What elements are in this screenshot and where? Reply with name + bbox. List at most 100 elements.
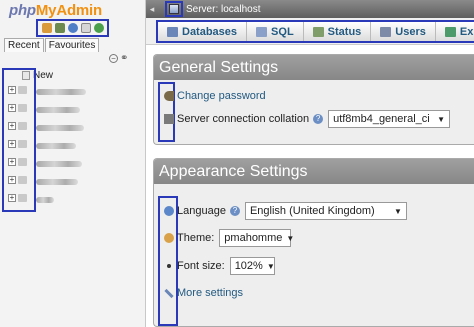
database-icon (18, 158, 27, 166)
link-icon[interactable]: ⚭ (120, 53, 128, 64)
database-icon (18, 176, 27, 184)
redacted-db-name[interactable] (36, 125, 84, 131)
change-password-link[interactable]: Change password (177, 90, 266, 102)
expand-icon[interactable]: + (8, 158, 16, 166)
tree-row[interactable]: + (8, 102, 27, 114)
language-label: Language (177, 205, 226, 217)
tree-row[interactable]: + (8, 138, 27, 150)
font-size-select[interactable]: 102% ▼ (229, 257, 275, 275)
redacted-db-name[interactable] (36, 143, 76, 149)
tab-label: Status (327, 25, 362, 38)
change-password-row[interactable]: Change password (164, 90, 266, 102)
general-settings-body: Change password Server connection collat… (154, 80, 474, 146)
tab-databases[interactable]: Databases (158, 22, 248, 41)
theme-row: Theme: pmahomme ▼ (164, 229, 295, 247)
home-icon[interactable] (42, 23, 52, 33)
expand-icon[interactable]: + (8, 86, 16, 94)
tab-label: SQL (271, 25, 294, 38)
docs-icon[interactable] (81, 23, 91, 33)
collation-select[interactable]: utf8mb4_general_ci ▼ (328, 110, 451, 128)
tree-row[interactable]: + (8, 174, 27, 186)
navigation-panel: phpMyAdmin Recent Favourites − ⚭ New + +… (0, 0, 146, 327)
bullet-icon (167, 264, 171, 268)
tree-row[interactable]: + (8, 192, 27, 204)
general-settings-panel: General Settings Change password Server … (153, 54, 474, 145)
database-icon (18, 194, 27, 202)
font-size-value: 102% (234, 260, 263, 272)
server-icon (169, 4, 179, 14)
theme-icon (164, 233, 174, 243)
language-value: English (United Kingdom) (249, 205, 375, 217)
redacted-db-name[interactable] (36, 197, 54, 203)
appearance-settings-title: Appearance Settings (154, 159, 474, 184)
chevron-down-icon: ▼ (286, 233, 295, 243)
tree-row[interactable]: + (8, 84, 27, 96)
main-tabs-row: Databases SQL Status Users Export (146, 18, 474, 45)
main-tabs: Databases SQL Status Users Export (156, 20, 474, 43)
expand-icon[interactable]: + (8, 104, 16, 112)
chevron-down-icon: ▼ (437, 114, 446, 124)
key-icon (164, 91, 174, 101)
general-settings-title: General Settings (154, 55, 474, 80)
appearance-settings-body: Language ? English (United Kingdom) ▼ Th… (154, 184, 474, 327)
theme-label: Theme: (177, 232, 215, 244)
nav-tabs: Recent Favourites (4, 38, 100, 52)
theme-select[interactable]: pmahomme ▼ (219, 229, 295, 247)
collation-row: Server connection collation ? utf8mb4_ge… (164, 110, 451, 128)
collation-value: utf8mb4_general_ci (333, 113, 430, 125)
expand-icon[interactable]: + (8, 140, 16, 148)
database-tree-icons: + + + + + + + (2, 68, 36, 212)
wrench-icon (164, 288, 174, 298)
database-icon (18, 104, 27, 112)
tab-favourites[interactable]: Favourites (44, 38, 100, 52)
redacted-db-name[interactable] (36, 179, 78, 185)
databases-icon (167, 26, 178, 37)
language-icon (164, 206, 174, 216)
help-icon[interactable]: ? (313, 114, 324, 124)
expand-icon[interactable]: + (8, 176, 16, 184)
font-size-row: Font size: 102% ▼ (164, 257, 275, 275)
help-icon[interactable]: ? (229, 206, 240, 216)
language-select[interactable]: English (United Kingdom) ▼ (244, 202, 407, 220)
theme-value: pmahomme (224, 232, 283, 244)
more-settings-link[interactable]: More settings (177, 287, 243, 299)
redacted-db-name[interactable] (36, 89, 86, 95)
database-icon (18, 86, 27, 94)
tab-sql[interactable]: SQL (247, 22, 304, 41)
database-icon (18, 140, 27, 148)
appearance-settings-panel: Appearance Settings Language ? English (… (153, 158, 474, 327)
chevron-down-icon: ▼ (266, 261, 275, 271)
tree-row[interactable]: + (8, 120, 27, 132)
status-icon (312, 26, 324, 37)
redacted-db-name[interactable] (36, 161, 82, 167)
phpmyadmin-logo[interactable]: phpMyAdmin (9, 2, 102, 19)
redacted-db-name[interactable] (36, 107, 80, 113)
logo-myadmin-text: MyAdmin (35, 2, 102, 19)
collapse-nav-icon[interactable]: ◂ (146, 4, 158, 15)
server-icon-highlight (165, 1, 183, 17)
reload-icon[interactable] (94, 23, 104, 33)
tab-label: Export (459, 25, 474, 38)
tab-recent[interactable]: Recent (4, 38, 44, 52)
quick-links-bar (36, 19, 109, 37)
tab-status[interactable]: Status (304, 22, 372, 41)
collapse-all-icon[interactable]: − (109, 54, 118, 63)
tab-label: Users (395, 25, 426, 38)
expand-icon[interactable]: + (8, 194, 16, 202)
collation-label: Server connection collation (177, 113, 310, 125)
logout-icon[interactable] (55, 23, 65, 33)
breadcrumb[interactable]: Server: localhost (186, 4, 260, 15)
help-icon[interactable] (68, 23, 78, 33)
server-topbar: ◂ Server: localhost (146, 0, 474, 18)
database-icon (18, 122, 27, 130)
tab-users[interactable]: Users (371, 22, 436, 41)
users-icon (380, 26, 392, 37)
sql-icon (256, 26, 268, 37)
logo-php-text: php (9, 2, 36, 19)
expand-icon[interactable]: + (8, 122, 16, 130)
tab-export[interactable]: Export (436, 22, 474, 41)
more-settings-row[interactable]: More settings (164, 287, 243, 299)
language-row: Language ? English (United Kingdom) ▼ (164, 202, 407, 220)
tab-label: Databases (182, 25, 238, 38)
tree-row[interactable]: + (8, 156, 27, 168)
